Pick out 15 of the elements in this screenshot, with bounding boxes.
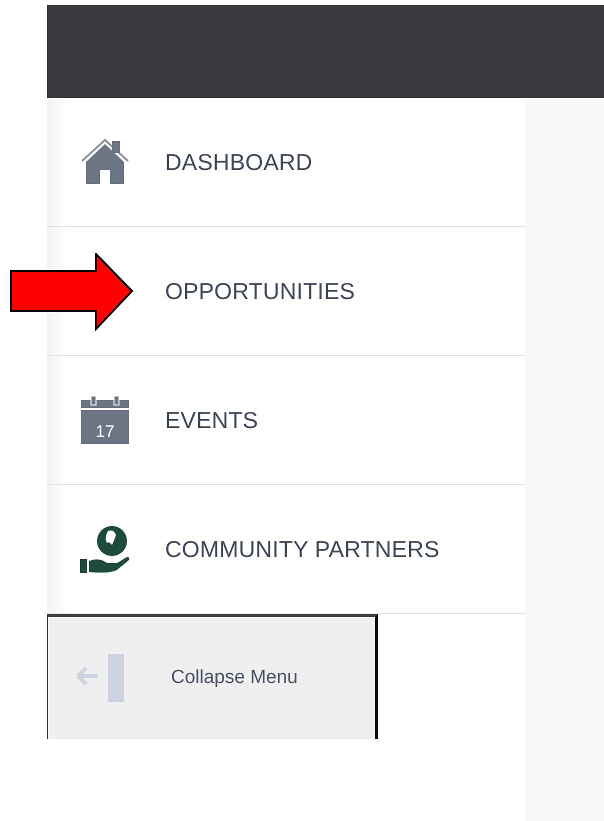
- menu-item-label: COMMUNITY PARTNERS: [165, 536, 440, 562]
- menu-item[interactable]: COMMUNITY PARTNERS: [47, 485, 525, 614]
- menu-item-label: OPPORTUNITIES: [165, 278, 356, 304]
- menu-item[interactable]: OPPORTUNITIES: [47, 227, 525, 356]
- collapse-menu-button[interactable]: Collapse Menu: [47, 614, 378, 739]
- globe-in-hand-icon: [80, 525, 130, 573]
- calendar-day: 17: [81, 422, 129, 442]
- menu-item[interactable]: 17 EVENTS: [47, 356, 525, 485]
- collapse-icon: [76, 654, 124, 702]
- home-icon: [80, 138, 130, 186]
- menu-item-label: EVENTS: [165, 406, 258, 434]
- menu-item[interactable]: DASHBOARD: [47, 98, 525, 227]
- arrow-icon: [10, 253, 134, 331]
- calendar-icon: [81, 396, 129, 444]
- menu-item-label: DASHBOARD: [165, 148, 312, 176]
